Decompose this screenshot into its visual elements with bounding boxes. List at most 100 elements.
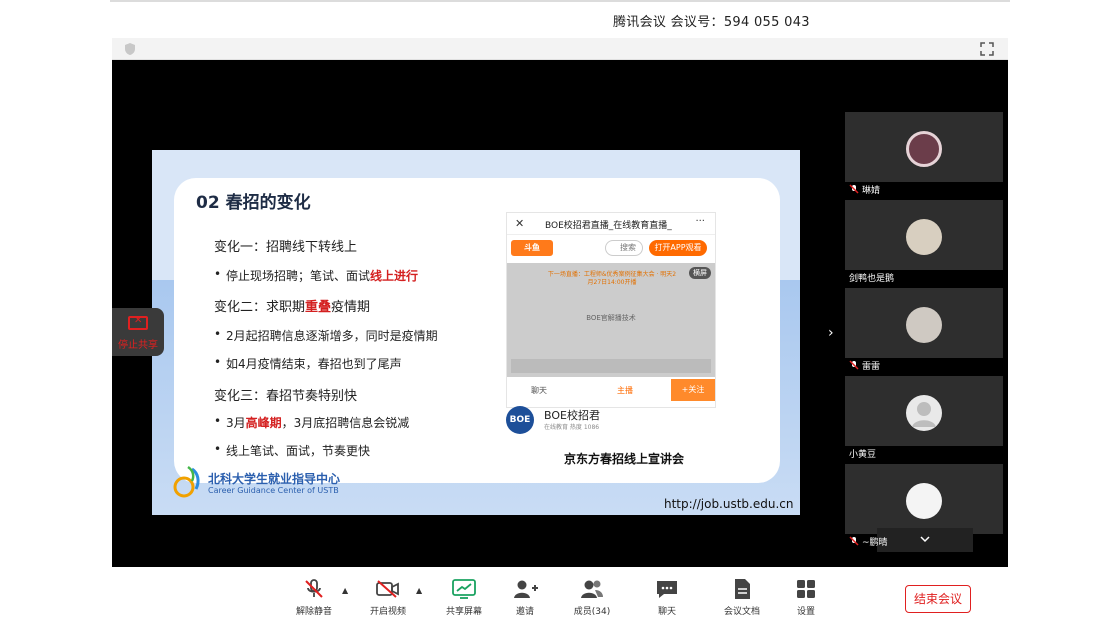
- participant-name: 小黄豆: [845, 446, 1003, 464]
- career-center-logo-icon: [173, 465, 200, 498]
- change2-title: 变化二：求职期重叠疫情期: [214, 296, 370, 315]
- phone-title-bar: ✕ BOE校招君直播_在线教育直播_ ···: [507, 213, 715, 235]
- meeting-docs-label: 会议文档: [723, 607, 760, 617]
- douyu-logo: 斗鱼: [511, 240, 553, 256]
- chevron-right-icon[interactable]: ›: [828, 325, 834, 341]
- avatar: [906, 219, 942, 255]
- participant-tile[interactable]: [845, 376, 1003, 446]
- invite-button[interactable]: 邀请: [495, 578, 555, 617]
- change2-bullet2: 如4月疫情结束，春招也到了尾声: [214, 355, 402, 372]
- stop-share-icon: ✕: [128, 315, 148, 330]
- meeting-docs-button[interactable]: 会议文档: [712, 578, 772, 617]
- mic-muted-icon: [849, 360, 859, 370]
- caret-up-icon[interactable]: ▲: [342, 586, 348, 595]
- end-meeting-button[interactable]: 结束会议: [905, 585, 971, 613]
- phone-tab-chat: 聊天: [531, 386, 547, 395]
- participant-tile[interactable]: [845, 288, 1003, 358]
- change3-bullet1-prefix: 3月: [226, 416, 246, 430]
- top-divider: [110, 0, 1010, 2]
- video-notice: 下一场直播：工程师&优秀案例征集大会 · 明天2月27日14:00开播: [547, 271, 677, 286]
- mic-muted-icon: [849, 536, 859, 546]
- boe-avatar: BOE: [506, 406, 534, 434]
- shield-icon[interactable]: [124, 42, 136, 56]
- stop-share-button[interactable]: ✕ 停止共享: [112, 308, 164, 356]
- ustb-logo: 北科大学生就业指导中心 Career Guidance Center of US…: [172, 465, 362, 505]
- follow-button: +关注: [671, 379, 715, 401]
- participant-name-text: ~鹏晴: [862, 538, 888, 548]
- logo-chinese-text: 北科大学生就业指导中心: [208, 472, 341, 486]
- slide-caption: 京东方春招线上宣讲会: [564, 452, 685, 466]
- change3-title: 变化三：春招节奏特别快: [214, 389, 358, 404]
- participant-name: ~鹏晴: [845, 534, 1003, 552]
- change2-bullet1: 2月起招聘信息逐渐增多，同时是疫情期: [214, 327, 438, 344]
- share-screen-icon: [452, 579, 476, 599]
- settings-label: 设置: [796, 607, 815, 617]
- change3-bullet2: 线上笔试、面试，节奏更快: [214, 442, 370, 459]
- fullscreen-icon[interactable]: [980, 42, 994, 56]
- meeting-toolbar: 解除静音 ▲ 开启视频 ▲ 共享屏幕 邀请 成员(34) 聊天 会议文档 设置: [112, 570, 1008, 630]
- participant-name: 雷雷: [845, 358, 1003, 376]
- add-user-icon: [514, 580, 538, 598]
- change2-title-highlight: 重叠: [305, 300, 332, 315]
- change3-bullet1-highlight: 高峰期: [245, 416, 282, 430]
- participant-list: 琳婧 剑鸭也是鹅 雷雷 小黄豆 ~鹏晴: [845, 112, 1003, 552]
- change3-bullet1: 3月高峰期，3月底招聘信息会锐减: [214, 414, 410, 431]
- avatar: [906, 483, 942, 519]
- close-icon: ✕: [515, 217, 525, 230]
- change1-title: 变化一：招聘线下转线上: [214, 240, 358, 255]
- video-controls: [511, 359, 711, 373]
- share-screen-label: 共享屏幕: [445, 607, 482, 617]
- unmute-label: 解除静音: [295, 607, 332, 617]
- participant-name-text: 小黄豆: [849, 450, 877, 460]
- chat-button[interactable]: 聊天: [637, 578, 697, 617]
- phone-tabs: 聊天 主播 +关注: [507, 379, 715, 401]
- participant-name: 剑鸭也是鹅: [845, 270, 1003, 288]
- open-app-button: 打开APP观看: [649, 240, 707, 256]
- chat-label: 聊天: [657, 607, 676, 617]
- members-icon: [581, 580, 603, 598]
- participant-name-text: 琳婧: [862, 186, 881, 196]
- participant-tile[interactable]: [845, 464, 1003, 534]
- meeting-title: 腾讯会议 会议号：594 055 043: [613, 15, 810, 30]
- default-user-icon: [912, 402, 936, 427]
- chat-icon: [657, 581, 677, 598]
- avatar: [906, 395, 942, 431]
- video-center-text: BOE官解播技术: [586, 314, 636, 322]
- change2-title-suffix: 疫情期: [331, 300, 371, 315]
- boe-channel-name: BOE校招君: [544, 409, 600, 422]
- change1-bullet-text: 停止现场招聘；笔试、面试: [226, 269, 371, 283]
- change3-bullet1-suffix: ，3月底招聘信息会锐减: [281, 416, 410, 430]
- participant-name: 琳婧: [845, 182, 1003, 200]
- phone-tab-host: 主播: [617, 386, 633, 395]
- mic-muted-icon: [849, 184, 859, 194]
- caret-up-icon[interactable]: ▲: [416, 586, 422, 595]
- participant-tile[interactable]: [845, 200, 1003, 270]
- participant-tile[interactable]: [845, 112, 1003, 182]
- boe-channel-subtitle: 在线教育 热度 1086: [544, 424, 600, 431]
- shared-slide: 02 春招的变化 变化一：招聘线下转线上 停止现场招聘；笔试、面试线上进行 变化…: [152, 150, 800, 515]
- participant-name-text: 雷雷: [862, 362, 881, 372]
- participant-name-text: 剑鸭也是鹅: [849, 274, 895, 284]
- avatar: [906, 131, 942, 167]
- unmute-button[interactable]: 解除静音: [284, 578, 344, 617]
- live-stream-phone-panel: ✕ BOE校招君直播_在线教育直播_ ··· 斗鱼 搜索 打开APP观看 下一场…: [506, 212, 716, 408]
- phone-brand-row: 斗鱼 搜索 打开APP观看: [507, 235, 715, 261]
- change2-title-prefix: 变化二：求职期: [214, 300, 306, 315]
- change1-bullet-highlight: 线上进行: [370, 269, 419, 283]
- invite-label: 邀请: [515, 607, 534, 617]
- document-icon: [735, 579, 750, 599]
- more-icon: ···: [695, 216, 705, 227]
- logo-english-text: Career Guidance Center of USTB: [208, 486, 339, 495]
- share-screen-button[interactable]: 共享屏幕: [434, 578, 494, 617]
- settings-grid-icon: [797, 580, 815, 598]
- slide-heading: 02 春招的变化: [196, 193, 311, 213]
- slide-url: http://job.ustb.edu.cn: [664, 497, 794, 511]
- avatar: [906, 307, 942, 343]
- settings-button[interactable]: 设置: [776, 578, 836, 617]
- camera-off-icon: [376, 580, 399, 598]
- start-video-label: 开启视频: [369, 607, 406, 617]
- members-button[interactable]: 成员(34): [562, 578, 622, 617]
- mic-muted-icon: [305, 579, 323, 598]
- change1-bullet: 停止现场招聘；笔试、面试线上进行: [214, 267, 419, 284]
- start-video-button[interactable]: 开启视频: [358, 578, 418, 617]
